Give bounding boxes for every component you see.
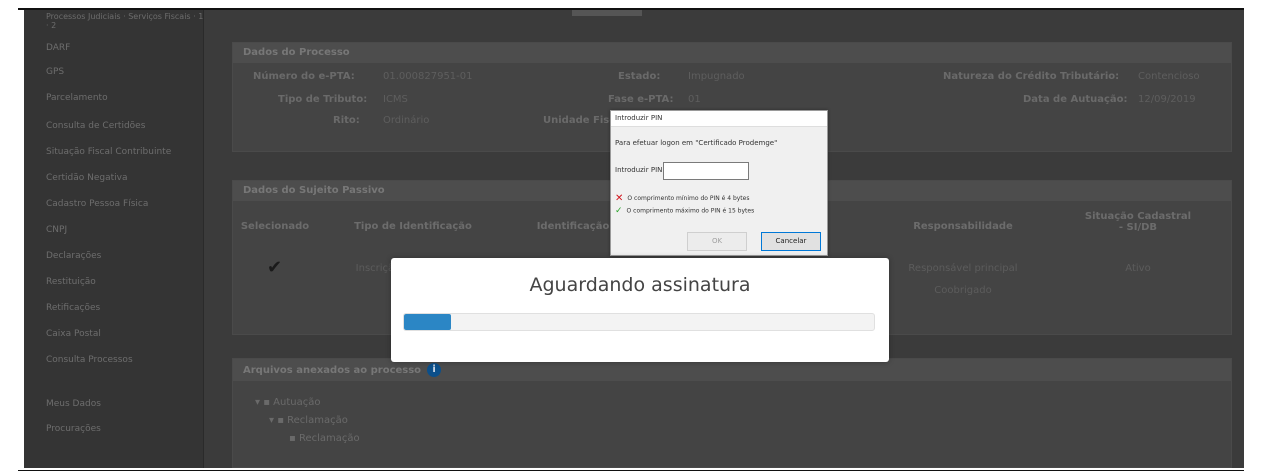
pin-dialog: Introduzir PIN Para efetuar logon em "Ce… (610, 110, 828, 256)
fase-value: 01 (688, 94, 701, 105)
pin-rule-max: ✓ O comprimento máximo do PIN é 15 bytes (615, 206, 755, 216)
col-header: Responsabilidade (913, 221, 1013, 232)
panel-title: Arquivos anexados ao processo i (233, 359, 1231, 381)
progress-fill (404, 314, 451, 330)
sidebar-item[interactable]: Declarações (24, 251, 204, 262)
bottom-border (18, 470, 1244, 471)
panel-title: Dados do Processo (233, 43, 1231, 63)
tipo-value: ICMS (383, 94, 408, 105)
rito-value: Ordinário (383, 115, 430, 126)
col-header: Selecionado (240, 221, 310, 232)
ok-button[interactable]: OK (687, 232, 747, 251)
tree-node[interactable]: ▪ Reclamação (289, 433, 360, 444)
tree-node[interactable]: ▾ ▪ Autuação (255, 397, 320, 408)
sidebar-item[interactable]: Processos Judiciais · Serviços Fiscais ·… (24, 12, 204, 30)
sidebar: Processos Judiciais · Serviços Fiscais ·… (24, 10, 204, 468)
data-label: Data de Autuação: (1023, 94, 1128, 105)
sidebar-item[interactable]: Parcelamento (24, 93, 204, 104)
fase-label: Fase e-PTA: (608, 94, 674, 105)
cancel-button[interactable]: Cancelar (761, 232, 821, 251)
sidebar-item[interactable]: Certidão Negativa (24, 173, 204, 184)
numero-label: Número do e-PTA: (253, 71, 355, 82)
pin-rule-min: ✕ O comprimento mínimo do PIN é 4 bytes (615, 193, 750, 204)
sidebar-item[interactable]: Consulta de Certidões (24, 121, 204, 132)
progress-bar (403, 313, 875, 331)
col-header: Situação Cadastral - SI/DB (1084, 211, 1192, 233)
top-tab[interactable] (572, 10, 642, 16)
numero-value: 01.000827951-01 (383, 71, 473, 82)
sidebar-item[interactable]: Retificações (24, 303, 204, 314)
estado-value: Impugnado (688, 71, 745, 82)
rito-label: Rito: (333, 115, 360, 126)
pin-input[interactable] (663, 162, 749, 180)
natureza-label: Natureza do Crédito Tributário: (943, 71, 1120, 82)
waiting-modal: Aguardando assinatura (391, 258, 889, 362)
pin-dialog-message: Para efetuar logon em "Certificado Prode… (615, 139, 778, 147)
error-x-icon: ✕ (615, 193, 624, 204)
arquivos-panel: Arquivos anexados ao processo i ▾ ▪ Autua… (232, 358, 1232, 468)
sidebar-item[interactable]: Caixa Postal (24, 329, 204, 340)
estado-label: Estado: (618, 71, 661, 82)
sidebar-item[interactable]: DARF (24, 43, 204, 54)
tree-node[interactable]: ▾ ▪ Reclamação (269, 415, 348, 426)
success-check-icon: ✓ (615, 206, 623, 216)
tipo-label: Tipo de Tributo: (278, 94, 368, 105)
info-icon[interactable]: i (427, 363, 442, 377)
table-cell: Ativo (1125, 263, 1151, 274)
col-header: Tipo de Identificação (354, 221, 472, 232)
table-cell: Responsável principal (908, 263, 1018, 274)
selected-check-icon[interactable]: ✔ (267, 257, 282, 278)
natureza-value: Contencioso (1138, 71, 1200, 82)
sidebar-item[interactable]: CNPJ (24, 225, 204, 236)
sidebar-item[interactable]: Meus Dados (24, 399, 204, 410)
pin-dialog-title: Introduzir PIN (611, 111, 827, 127)
sidebar-item[interactable]: Cadastro Pessoa Física (24, 199, 204, 210)
data-value: 12/09/2019 (1138, 94, 1196, 105)
sidebar-item[interactable]: GPS (24, 67, 204, 78)
col-header: Identificação (536, 221, 610, 232)
pin-field-label: Introduzir PIN: (615, 166, 665, 174)
sidebar-item[interactable]: Consulta Processos (24, 355, 204, 366)
sidebar-item[interactable]: Restituição (24, 277, 204, 288)
waiting-title: Aguardando assinatura (529, 274, 751, 296)
screenshot-frame: Processos Judiciais · Serviços Fiscais ·… (0, 0, 1262, 472)
table-cell: Coobrigado (934, 285, 992, 296)
sidebar-item[interactable]: Situação Fiscal Contribuinte (24, 147, 204, 158)
sidebar-item[interactable]: Procurações (24, 424, 204, 435)
